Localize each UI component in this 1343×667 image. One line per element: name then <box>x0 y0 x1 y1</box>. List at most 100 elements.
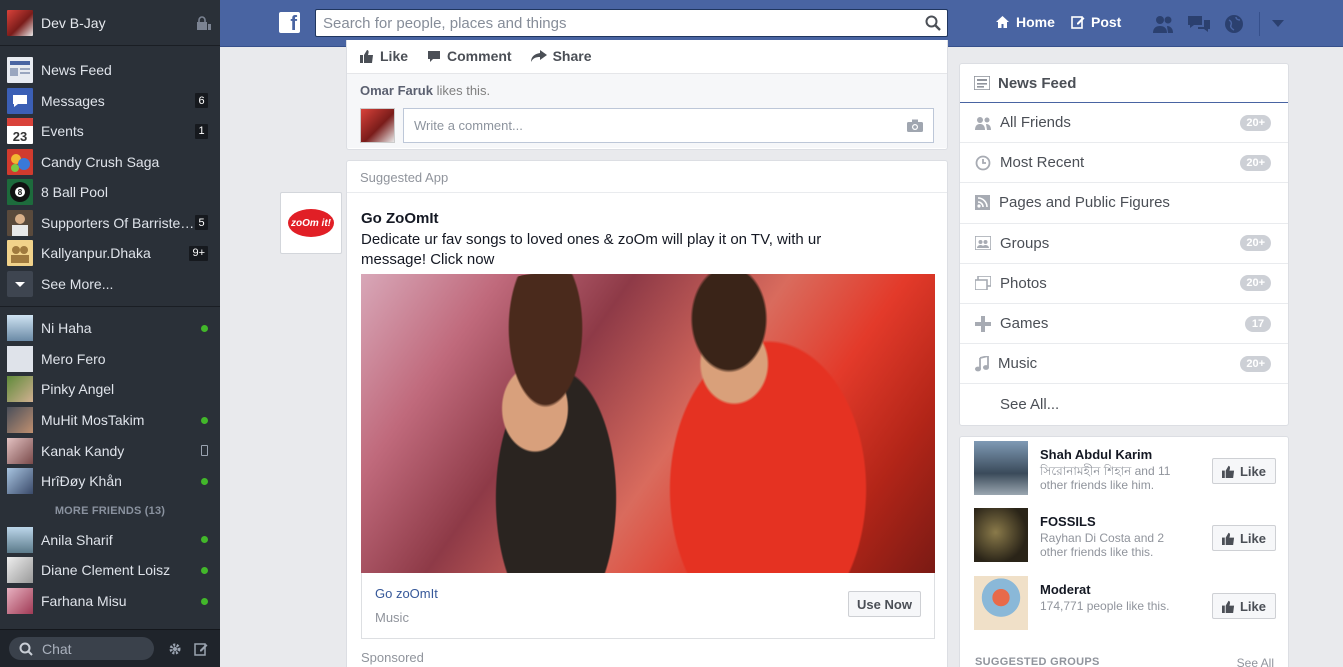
user-profile-row[interactable]: Dev B-Jay <box>0 0 220 46</box>
messages-icon[interactable] <box>1187 14 1211 34</box>
share-button[interactable]: Share <box>530 48 592 64</box>
comment-button[interactable]: Comment <box>427 48 512 64</box>
liker-name[interactable]: Omar Faruk <box>360 83 433 98</box>
page-thumbnail[interactable] <box>974 576 1028 630</box>
page-like-button[interactable]: Like <box>1212 458 1276 484</box>
group-count-badge: 9+ <box>189 245 208 261</box>
avatar[interactable] <box>7 9 33 36</box>
sidebar-item-label: Messages <box>41 92 105 109</box>
comment-label: Comment <box>447 48 512 64</box>
gear-icon[interactable] <box>168 642 182 656</box>
page-name[interactable]: Moderat <box>1040 582 1091 597</box>
online-status-icon <box>201 477 208 485</box>
search-icon <box>19 642 33 656</box>
events-icon: 23 <box>7 118 33 145</box>
page-social-context: সিরোনামহীন শিহান and 11 other friends li… <box>1040 464 1171 492</box>
chat-friend[interactable]: Mero Fero <box>0 344 220 375</box>
filter-photos[interactable]: Photos 20+ <box>960 264 1288 304</box>
post-feedback: Omar Faruk likes this. Write a comment..… <box>347 73 947 148</box>
chat-friend[interactable]: MuHit MosTakim <box>0 405 220 436</box>
sidebar-item-supporters-group[interactable]: Supporters Of Barrister... 5 <box>0 208 220 239</box>
messages-icon <box>7 87 33 114</box>
page-name[interactable]: Shah Abdul Karim <box>1040 447 1152 462</box>
newsfeed-icon <box>974 76 990 90</box>
home-link[interactable]: Home <box>995 14 1055 30</box>
chat-bar: Chat <box>0 629 220 667</box>
avatar <box>7 588 33 615</box>
friend-name: Pinky Angel <box>41 381 115 398</box>
suggested-page: Shah Abdul Karim সিরোনামহীন শিহান and 11… <box>974 441 1276 495</box>
filter-all-friends[interactable]: All Friends 20+ <box>960 103 1288 144</box>
chat-friend[interactable]: HrîĐøy Khån <box>0 466 220 497</box>
sidebar-item-candy-crush[interactable]: Candy Crush Saga <box>0 147 220 178</box>
filter-most-recent[interactable]: Most Recent 20+ <box>960 143 1288 184</box>
globe-icon[interactable] <box>1224 14 1244 34</box>
games-icon <box>975 315 991 332</box>
camera-icon[interactable] <box>907 119 923 132</box>
filter-label: Games <box>1000 315 1049 333</box>
app-name-link[interactable]: Go zoOmIt <box>375 586 438 601</box>
friends-icon <box>975 116 991 130</box>
comment-icon <box>428 50 441 62</box>
chat-friend[interactable]: Pinky Angel <box>0 374 220 405</box>
sidebar-see-more[interactable]: See More... <box>0 269 220 300</box>
page-name[interactable]: FOSSILS <box>1040 514 1096 529</box>
compose-icon[interactable] <box>194 642 208 656</box>
facebook-logo[interactable]: f <box>279 12 300 33</box>
suggested-app-label: Suggested App <box>347 161 947 193</box>
filter-groups[interactable]: Groups 20+ <box>960 224 1288 264</box>
page-thumbnail[interactable] <box>974 508 1028 562</box>
like-button[interactable]: Like <box>360 48 408 64</box>
chat-search-input[interactable]: Chat <box>9 637 154 660</box>
filter-music[interactable]: Music 20+ <box>960 344 1288 385</box>
rss-icon <box>975 195 990 211</box>
news-feed-filter-panel: News Feed All Friends 20+ Most Recent 20… <box>959 63 1289 426</box>
like-label: Like <box>1239 463 1266 479</box>
chat-friend[interactable]: Diane Clement Loisz <box>0 555 220 586</box>
suggested-groups-see-all[interactable]: See All <box>1237 656 1274 667</box>
suggested-app-post: Suggested App Go ZoOmIt Dedicate ur fav … <box>346 160 948 667</box>
chat-friend[interactable]: Kanak Kandy <box>0 435 220 466</box>
page-like-button[interactable]: Like <box>1212 525 1276 551</box>
page-thumbnail[interactable] <box>974 441 1028 495</box>
filter-label: Pages and Public Figures <box>999 194 1170 212</box>
page-like-button[interactable]: Like <box>1212 593 1276 619</box>
friend-name: MuHit MosTakim <box>41 412 145 429</box>
friend-requests-icon[interactable] <box>1152 14 1174 34</box>
chat-friend[interactable]: Farhana Misu <box>0 586 220 617</box>
chat-friend[interactable]: Ni Haha <box>0 313 220 344</box>
sidebar-item-messages[interactable]: Messages 6 <box>0 86 220 117</box>
news-feed-panel-header[interactable]: News Feed <box>960 64 1288 103</box>
sidebar-item-news-feed[interactable]: News Feed <box>0 55 220 86</box>
thumbs-up-icon <box>1221 600 1235 613</box>
use-now-button[interactable]: Use Now <box>848 591 921 617</box>
filter-see-all[interactable]: See All... <box>960 384 1288 424</box>
suggested-pages-panel: Shah Abdul Karim সিরোনামহীন শিহান and 11… <box>959 436 1289 667</box>
sidebar-item-events[interactable]: 23 Events 1 <box>0 116 220 147</box>
filter-games[interactable]: Games 17 <box>960 304 1288 345</box>
chevron-down-icon[interactable] <box>1272 20 1284 28</box>
search-icon[interactable] <box>925 15 941 31</box>
suggested-page: FOSSILS Rayhan Di Costa and 2 other frie… <box>974 508 1276 562</box>
count-badge: 20+ <box>1240 114 1271 131</box>
sidebar-item-8-ball-pool[interactable]: 8 8 Ball Pool <box>0 177 220 208</box>
sidebar-item-kallyanpur-group[interactable]: Kallyanpur.Dhaka 9+ <box>0 238 220 269</box>
app-logo[interactable]: zoOm it! <box>280 192 342 254</box>
likes-summary: Omar Faruk likes this. <box>360 83 490 98</box>
comment-input[interactable]: Write a comment... <box>403 108 934 143</box>
post-link[interactable]: Post <box>1071 14 1121 30</box>
user-name[interactable]: Dev B-Jay <box>41 15 196 31</box>
filter-pages[interactable]: Pages and Public Figures <box>960 183 1288 224</box>
ad-image[interactable] <box>361 274 935 573</box>
ad-title[interactable]: Go ZoOmIt <box>361 210 439 227</box>
more-friends-heading: MORE FRIENDS (13) <box>54 504 166 517</box>
online-status-icon <box>201 324 208 332</box>
count-badge: 20+ <box>1240 275 1271 292</box>
sidebar-item-label: News Feed <box>41 62 112 79</box>
sidebar-item-label: Events <box>41 123 84 140</box>
ad-footer: Go zoOmIt Music Use Now <box>361 573 935 639</box>
privacy-lock-icon[interactable] <box>196 15 212 30</box>
count-badge: 20+ <box>1240 355 1271 372</box>
chat-friend[interactable]: Anila Sharif <box>0 525 220 556</box>
search-input[interactable]: Search for people, places and things <box>315 9 948 37</box>
